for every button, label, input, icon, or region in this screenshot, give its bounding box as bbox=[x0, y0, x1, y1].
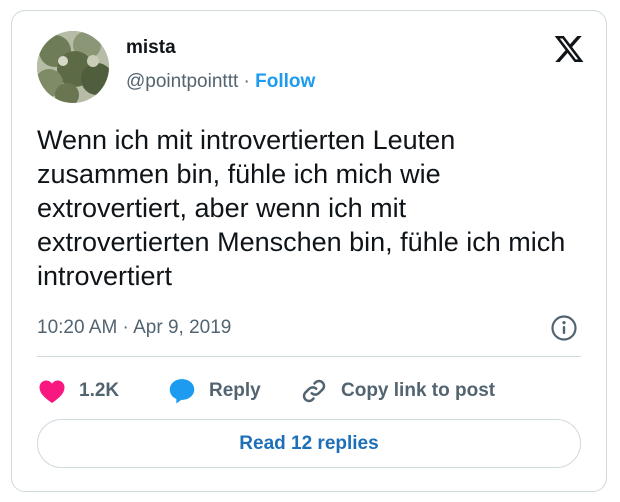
tweet-text: Wenn ich mit introvertierten Leuten zusa… bbox=[37, 125, 566, 291]
tweet-time: 10:20 AM bbox=[37, 317, 118, 338]
x-logo-icon[interactable] bbox=[552, 33, 586, 65]
read-replies-button[interactable]: Read 12 replies bbox=[37, 419, 581, 468]
avatar[interactable] bbox=[37, 31, 109, 103]
author-handle[interactable]: @pointpointtt bbox=[126, 71, 238, 92]
handle-row: @pointpointtt · Follow bbox=[126, 71, 315, 93]
tweet-date: Apr 9, 2019 bbox=[133, 317, 232, 338]
reply-label: Reply bbox=[209, 380, 261, 401]
like-button[interactable]: 1.2K bbox=[37, 376, 167, 406]
tweet-card: mista @pointpointtt · Follow Wenn ich mi… bbox=[11, 10, 607, 492]
reply-button[interactable]: Reply bbox=[167, 376, 299, 406]
info-icon[interactable] bbox=[550, 314, 578, 342]
copy-link-label: Copy link to post bbox=[341, 380, 496, 401]
author-name[interactable]: mista bbox=[126, 37, 176, 59]
meta-separator: · bbox=[117, 317, 134, 338]
action-bar: 1.2K Reply Copy link to post bbox=[37, 371, 495, 411]
speech-bubble-icon bbox=[169, 379, 195, 404]
tweet-timestamp[interactable]: 10:20 AM · Apr 9, 2019 bbox=[37, 317, 231, 339]
copy-link-button[interactable]: Copy link to post bbox=[299, 376, 495, 406]
like-count: 1.2K bbox=[79, 380, 120, 401]
divider bbox=[37, 356, 581, 357]
heart-icon bbox=[39, 380, 65, 403]
follow-button[interactable]: Follow bbox=[255, 71, 315, 92]
handle-separator: · bbox=[238, 71, 256, 92]
link-icon bbox=[302, 379, 326, 403]
